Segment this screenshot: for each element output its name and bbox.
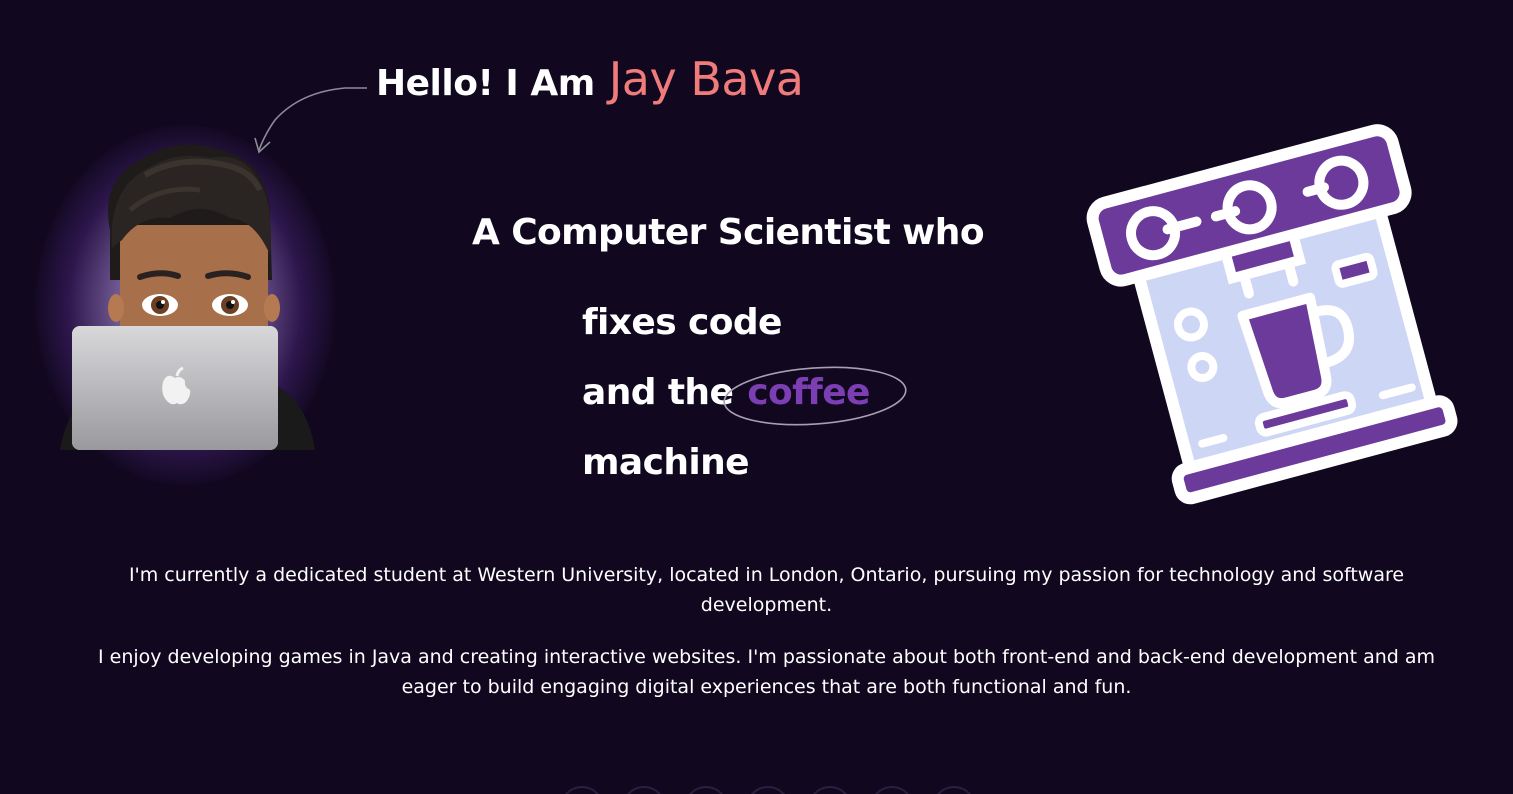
hero-page: Hello! I Am Jay Bava A Computer Scientis…: [0, 0, 1513, 794]
greeting-prefix: Hello! I Am: [376, 63, 595, 104]
tagline-line-3: machine: [582, 442, 750, 483]
bottom-icon-row: [560, 786, 976, 794]
bottom-circle: [808, 786, 852, 794]
avatar: [20, 120, 360, 485]
coffee-circle-scribble: [723, 366, 907, 426]
bottom-circle: [622, 786, 666, 794]
about-paragraph-1: I'm currently a dedicated student at Wes…: [128, 564, 1405, 616]
avatar-illustration: [60, 144, 315, 450]
bottom-circle: [560, 786, 604, 794]
bottom-circle: [684, 786, 728, 794]
coffee-machine-icon: [1086, 124, 1458, 505]
tagline-line-2-prefix: and the: [582, 372, 734, 413]
curved-arrow-icon: [254, 87, 367, 154]
bottom-circle: [932, 786, 976, 794]
about-paragraph-2: I enjoy developing games in Java and cre…: [97, 646, 1436, 698]
tagline-line-1: fixes code: [582, 302, 782, 343]
greeting-heading: Hello! I Am Jay Bava: [376, 52, 804, 116]
tagline: A Computer Scientist who: [472, 212, 985, 253]
bottom-circle: [746, 786, 790, 794]
about-section: I'm currently a dedicated student at Wes…: [80, 560, 1453, 724]
bottom-circle: [870, 786, 914, 794]
greeting-name: Jay Bava: [608, 52, 804, 106]
